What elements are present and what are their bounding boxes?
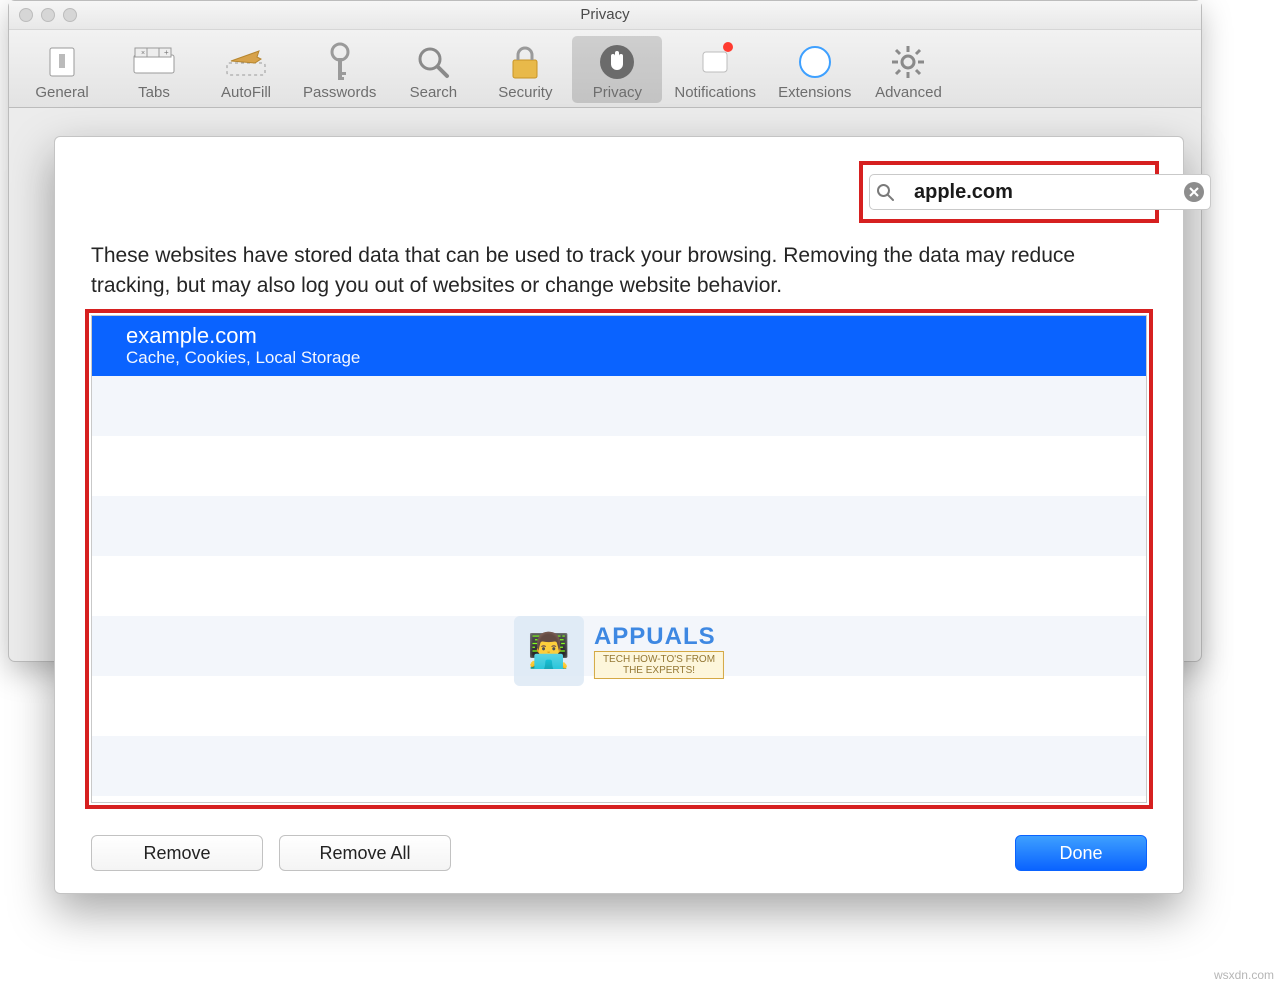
tab-label: Notifications [674, 84, 756, 101]
list-row-empty [92, 676, 1146, 736]
source-note: wsxdn.com [1214, 968, 1274, 982]
window-title: Privacy [580, 6, 629, 23]
tab-tabs[interactable]: ×+ Tabs [109, 36, 199, 103]
titlebar: Privacy [9, 1, 1201, 30]
tab-label: Extensions [778, 84, 851, 101]
tab-label: Tabs [138, 84, 170, 101]
list-annotation: example.com Cache, Cookies, Local Storag… [85, 309, 1153, 809]
general-icon [40, 40, 84, 84]
list-row-empty [92, 496, 1146, 556]
tab-label: Search [410, 84, 458, 101]
hand-icon [595, 40, 639, 84]
minimize-window-button[interactable] [41, 8, 55, 22]
svg-text:×: × [141, 50, 145, 57]
notifications-icon [693, 40, 737, 84]
svg-text:+: + [164, 48, 169, 57]
tab-label: General [35, 84, 88, 101]
tab-label: Advanced [875, 84, 942, 101]
gear-icon [886, 40, 930, 84]
tab-extensions[interactable]: Extensions [768, 36, 861, 103]
remove-all-button[interactable]: Remove All [279, 835, 451, 871]
list-item[interactable]: example.com Cache, Cookies, Local Storag… [92, 316, 1146, 376]
tab-security[interactable]: Security [480, 36, 570, 103]
remove-button[interactable]: Remove [91, 835, 263, 871]
compass-icon [793, 40, 837, 84]
tab-autofill[interactable]: AutoFill [201, 36, 291, 103]
list-row-empty [92, 436, 1146, 496]
tab-notifications[interactable]: Notifications [664, 36, 766, 103]
tab-label: Passwords [303, 84, 376, 101]
lock-icon [503, 40, 547, 84]
list-row-empty [92, 556, 1146, 616]
tab-general[interactable]: General [17, 36, 107, 103]
tab-label: Privacy [593, 84, 642, 101]
website-data-list[interactable]: example.com Cache, Cookies, Local Storag… [91, 315, 1147, 803]
done-button[interactable]: Done [1015, 835, 1147, 871]
sheet-description: These websites have stored data that can… [91, 241, 1147, 301]
tab-advanced[interactable]: Advanced [863, 36, 953, 103]
search-input[interactable] [894, 180, 1184, 205]
tab-privacy[interactable]: Privacy [572, 36, 662, 103]
zoom-window-button[interactable] [63, 8, 77, 22]
website-data-sheet: These websites have stored data that can… [54, 136, 1184, 894]
tabs-icon: ×+ [132, 40, 176, 84]
tab-search[interactable]: Search [388, 36, 478, 103]
tab-label: Security [498, 84, 552, 101]
list-row-empty [92, 736, 1146, 796]
list-item-detail: Cache, Cookies, Local Storage [126, 348, 360, 368]
autofill-icon [224, 40, 268, 84]
sheet-button-bar: Remove Remove All Done [91, 835, 1147, 871]
close-window-button[interactable] [19, 8, 33, 22]
window-controls [19, 8, 77, 22]
tab-passwords[interactable]: Passwords [293, 36, 386, 103]
tab-label: AutoFill [221, 84, 271, 101]
search-field-container [869, 174, 1211, 210]
list-item-domain: example.com [126, 324, 360, 348]
clear-search-button[interactable] [1184, 182, 1204, 202]
preferences-toolbar: General ×+ Tabs AutoFill Passwords Searc… [9, 30, 1201, 108]
magnifier-icon [411, 40, 455, 84]
search-icon [876, 183, 894, 201]
search-annotation [859, 161, 1159, 223]
list-row-empty [92, 616, 1146, 676]
list-row-empty [92, 376, 1146, 436]
key-icon [318, 40, 362, 84]
